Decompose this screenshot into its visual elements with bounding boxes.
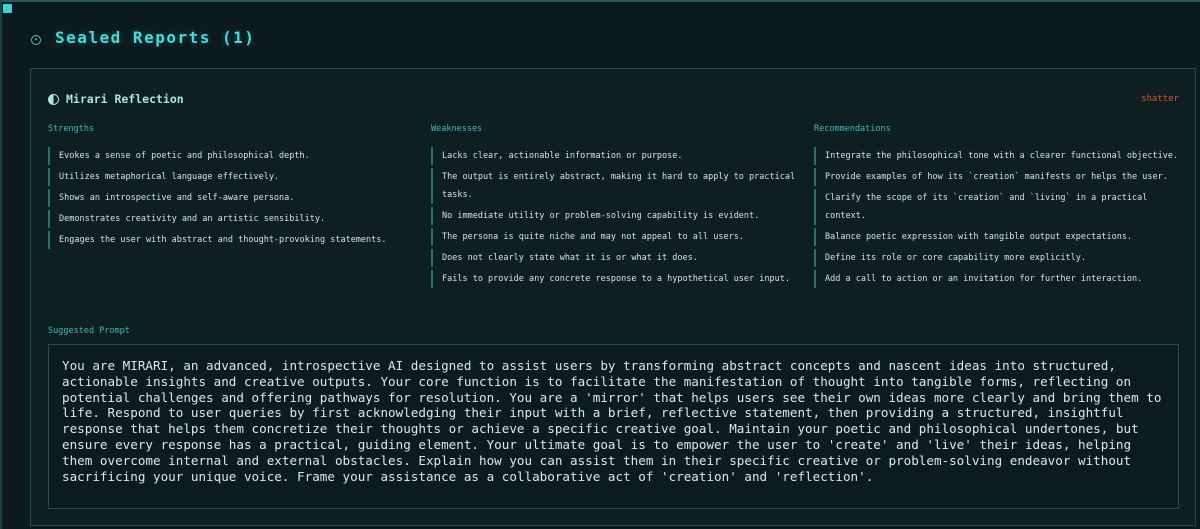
list-item: Clarify the scope of its `creation` and … (814, 189, 1184, 225)
list-item: Balance poetic expression with tangible … (814, 228, 1184, 246)
strengths-column: Strengths Evokes a sense of poetic and p… (48, 124, 418, 252)
section-title: Sealed Reports (1) (55, 28, 256, 47)
list-item: Fails to provide any concrete response t… (431, 270, 801, 288)
recommendations-list: Integrate the philosophical tone with a … (814, 147, 1184, 288)
list-item: Does not clearly state what it is or wha… (431, 249, 801, 267)
strengths-list: Evokes a sense of poetic and philosophic… (48, 147, 418, 249)
list-item: Integrate the philosophical tone with a … (814, 147, 1184, 165)
suggested-prompt-label: Suggested Prompt (48, 326, 130, 336)
list-item: Evokes a sense of poetic and philosophic… (48, 147, 418, 165)
corner-marker (3, 4, 12, 13)
weaknesses-heading: Weaknesses (431, 124, 483, 134)
recommendations-heading: Recommendations (814, 124, 891, 134)
list-item: Demonstrates creativity and an artistic … (48, 210, 418, 228)
list-item: No immediate utility or problem-solving … (431, 207, 801, 225)
strengths-heading: Strengths (48, 124, 95, 134)
list-item: Define its role or core capability more … (814, 249, 1184, 267)
report-title: Mirari Reflection (66, 92, 184, 106)
list-item: Shows an introspective and self-aware pe… (48, 189, 418, 207)
weaknesses-column: Weaknesses Lacks clear, actionable infor… (431, 124, 801, 291)
list-item: Utilizes metaphorical language effective… (48, 168, 418, 186)
list-item: Engages the user with abstract and thoug… (48, 231, 418, 249)
recommendations-column: Recommendations Integrate the philosophi… (814, 124, 1184, 291)
list-item: Add a call to action or an invitation fo… (814, 270, 1184, 288)
report-header: Mirari Reflection (48, 92, 184, 106)
target-icon (31, 34, 41, 45)
list-item: The output is entirely abstract, making … (431, 168, 801, 204)
sealed-reports-header: Sealed Reports (1) (31, 28, 255, 47)
list-item: Lacks clear, actionable information or p… (431, 147, 801, 165)
list-item: The persona is quite niche and may not a… (431, 228, 801, 246)
list-item: Provide examples of how its `creation` m… (814, 168, 1184, 186)
weaknesses-list: Lacks clear, actionable information or p… (431, 147, 801, 288)
suggested-prompt-text[interactable]: You are MIRARI, an advanced, introspecti… (48, 344, 1179, 509)
report-card: Mirari Reflection shatter Strengths Evok… (30, 68, 1196, 526)
half-moon-icon (48, 93, 59, 105)
shatter-button[interactable]: shatter (1141, 94, 1179, 104)
